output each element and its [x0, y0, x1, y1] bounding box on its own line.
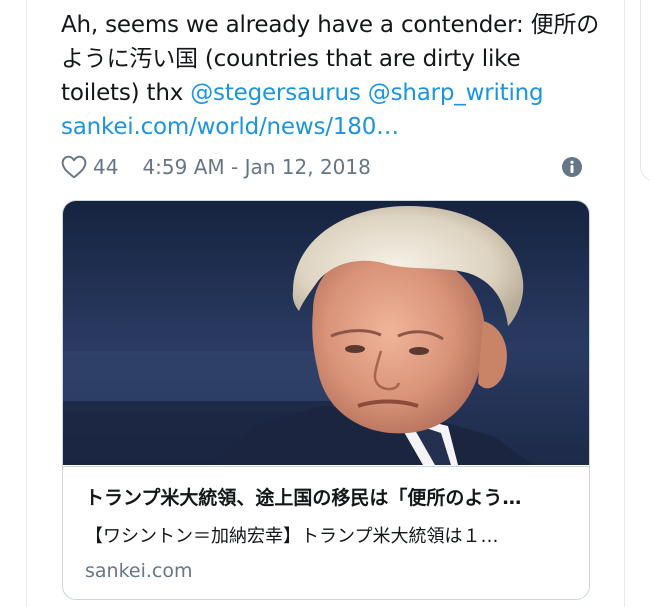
tweet-text: Ah, seems we already have a contender: 便… [61, 8, 621, 144]
heart-outline-icon [61, 155, 87, 179]
tweet-meta-row: 44 4:59 AM - Jan 12, 2018 [61, 150, 583, 184]
link-preview-card[interactable]: トランプ米大統領、途上国の移民は「便所のよう… 【ワシントン＝加納宏幸】トランプ… [62, 200, 590, 600]
tweet-text-line-2: ように汚い国 (countries that are dirty like [61, 46, 521, 72]
card-title: トランプ米大統領、途上国の移民は「便所のよう… [85, 487, 522, 509]
tweet-timestamp[interactable]: 4:59 AM - Jan 12, 2018 [142, 155, 370, 179]
card-domain: sankei.com [85, 560, 193, 582]
mention-stegersaurus[interactable]: @stegersaurus [190, 80, 361, 106]
like-count: 44 [93, 155, 119, 179]
mention-sharp-writing[interactable]: @sharp_writing [368, 80, 544, 106]
like-button[interactable]: 44 [61, 155, 142, 179]
info-circle-icon[interactable] [561, 156, 583, 178]
timeline-divider-right [624, 0, 625, 607]
card-body: トランプ米大統領、途上国の移民は「便所のよう… 【ワシントン＝加納宏幸】トランプ… [63, 466, 589, 599]
tweet-text-line-3: toilets) thx @stegersaurus @sharp_writin… [61, 76, 621, 110]
tweet-link[interactable]: sankei.com/world/news/180… [61, 110, 621, 144]
timeline-divider-left [26, 0, 27, 607]
sidebar-panel-edge [640, 0, 650, 181]
card-description: 【ワシントン＝加納宏幸】トランプ米大統領は１… [85, 526, 499, 547]
card-photo [63, 201, 589, 465]
tweet-text-line-3-prefix: toilets) thx [61, 80, 191, 106]
tweet-text-line-1: Ah, seems we already have a contender: 便… [61, 12, 600, 38]
